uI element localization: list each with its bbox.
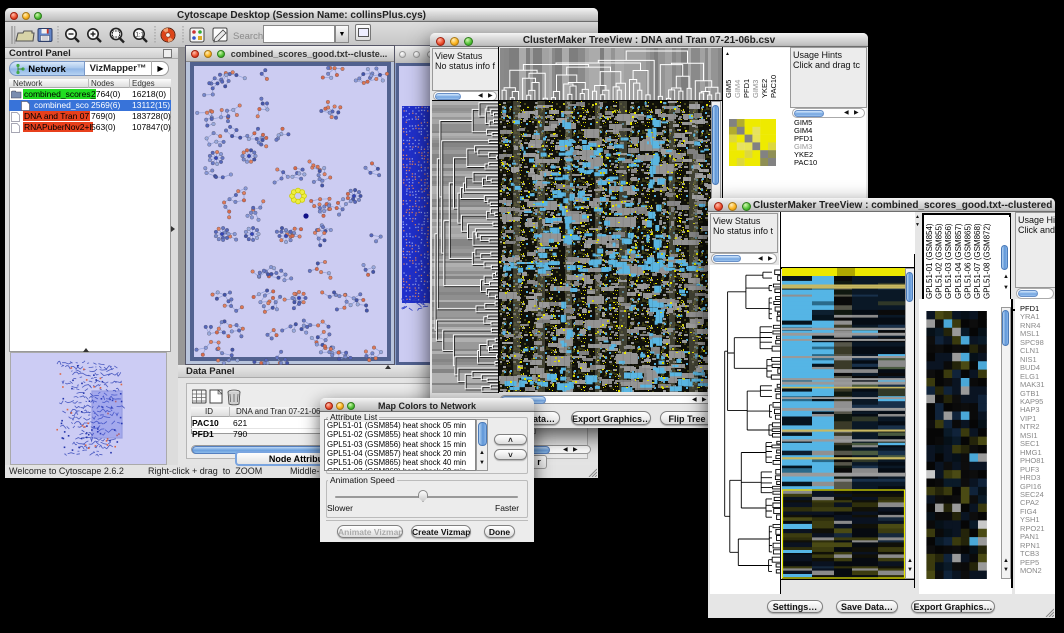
svg-text:GPL51-03 (GSM856): GPL51-03 (GSM856) bbox=[944, 223, 953, 299]
svg-text:GPL51-02 (GSM855): GPL51-02 (GSM855) bbox=[935, 223, 944, 299]
svg-text:GIM3: GIM3 bbox=[751, 80, 760, 98]
svg-text:GIM4: GIM4 bbox=[733, 80, 742, 98]
svg-text:GPL51-01 (GSM854): GPL51-01 (GSM854) bbox=[925, 223, 934, 299]
svg-text:GPL51-04 (GSM857): GPL51-04 (GSM857) bbox=[954, 223, 963, 299]
svg-text:PFD1: PFD1 bbox=[742, 79, 751, 98]
svg-text:GPL51-08 (GSM872): GPL51-08 (GSM872) bbox=[983, 223, 992, 299]
svg-text:Search:: Search: bbox=[233, 31, 266, 42]
svg-text:PAC10: PAC10 bbox=[769, 75, 778, 98]
svg-text:1:1: 1:1 bbox=[136, 33, 145, 39]
svg-text:YKE2: YKE2 bbox=[760, 79, 769, 98]
svg-text:GIM5: GIM5 bbox=[724, 80, 733, 98]
svg-text:GPL51-07 (GSM868): GPL51-07 (GSM868) bbox=[973, 223, 982, 299]
svg-text:GPL51-06 (GSM865): GPL51-06 (GSM865) bbox=[963, 223, 972, 299]
